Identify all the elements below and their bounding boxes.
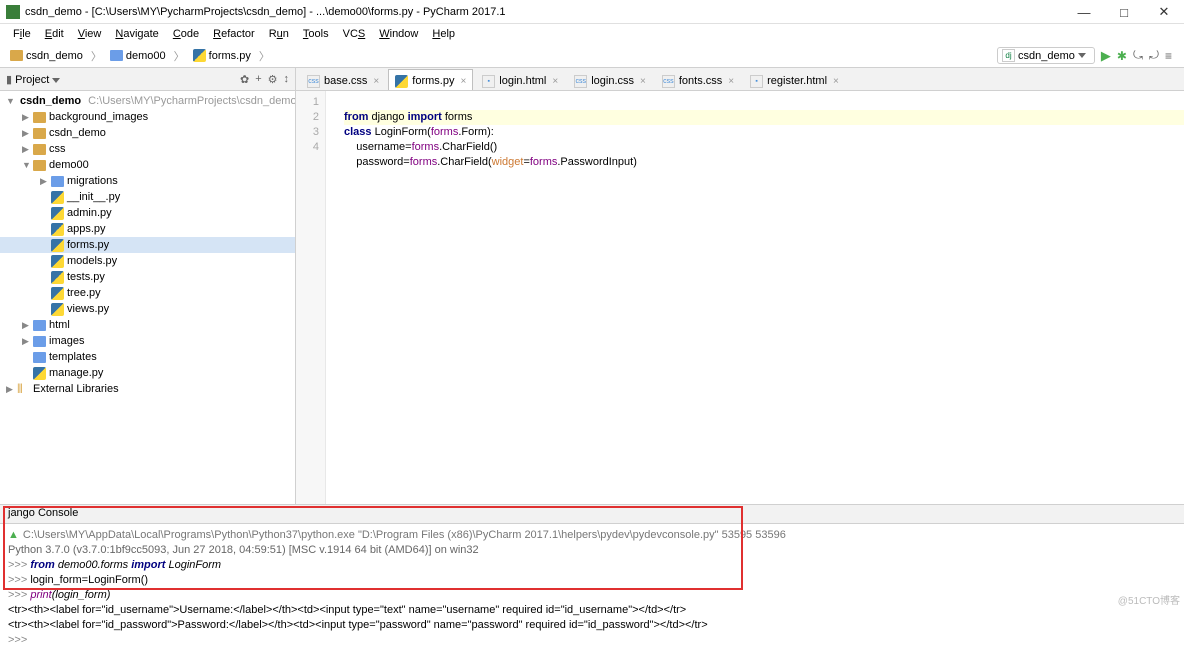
minimize-button[interactable]: — xyxy=(1064,0,1104,24)
run-config-selector[interactable]: csdn_demo xyxy=(997,47,1095,64)
code-content[interactable]: from django import formsclass LoginForm(… xyxy=(326,91,1184,504)
editor-tab[interactable]: fonts.css× xyxy=(655,69,741,90)
breadcrumb-file[interactable]: forms.py xyxy=(189,48,255,63)
editor-tab[interactable]: ▪login.html× xyxy=(475,69,565,90)
dropdown-icon xyxy=(1078,53,1086,58)
breadcrumb-root[interactable]: csdn_demo xyxy=(6,49,87,63)
gear-icon[interactable]: ✿ xyxy=(240,73,249,86)
titlebar: csdn_demo - [C:\Users\MY\PycharmProjects… xyxy=(0,0,1184,24)
tree-item[interactable]: ▶migrations xyxy=(0,173,295,189)
project-tree[interactable]: ▼ csdn_demoC:\Users\MY\PycharmProjects\c… xyxy=(0,91,295,504)
python-console[interactable]: ▲ C:\Users\MY\AppData\Local\Programs\Pyt… xyxy=(0,524,1184,652)
editor-tab[interactable]: login.css× xyxy=(567,69,653,90)
tree-item[interactable]: tests.py xyxy=(0,269,295,285)
library-icon xyxy=(17,383,30,396)
console-tab[interactable]: jango Console xyxy=(0,504,1184,524)
code-area[interactable]: 1234 from django import formsclass Login… xyxy=(296,91,1184,504)
menu-window[interactable]: Window xyxy=(372,26,425,42)
watermark: @51CTO博客 xyxy=(1118,592,1180,607)
gutter: 1234 xyxy=(296,91,326,504)
tree-item[interactable]: templates xyxy=(0,349,295,365)
project-title[interactable]: ▮ Project xyxy=(6,73,236,86)
debug-button[interactable]: ✱ xyxy=(1117,49,1127,63)
menu-help[interactable]: Help xyxy=(425,26,462,42)
dropdown-icon xyxy=(52,78,60,83)
console-command: C:\Users\MY\AppData\Local\Programs\Pytho… xyxy=(23,528,786,543)
tree-item[interactable]: manage.py xyxy=(0,365,295,381)
tree-item[interactable]: apps.py xyxy=(0,221,295,237)
console-output: <tr><th><label for="id_password">Passwor… xyxy=(8,618,1176,633)
project-tool-window: ▮ Project ✿ + ⚙ ↕ ▼ csdn_demoC:\Users\MY… xyxy=(0,68,296,504)
console-output: <tr><th><label for="id_username">Usernam… xyxy=(8,603,1176,618)
breadcrumb: csdn_demo 〉 demo00 〉 forms.py 〉 xyxy=(6,48,997,64)
console-line: >>> print(login_form) xyxy=(8,588,1176,603)
menu-file[interactable]: File xyxy=(6,26,38,42)
menu-view[interactable]: View xyxy=(71,26,109,42)
search-button[interactable]: ≡ xyxy=(1165,49,1172,63)
settings-icon[interactable]: ⚙ xyxy=(268,73,278,86)
tree-item[interactable]: views.py xyxy=(0,301,295,317)
menu-run[interactable]: Run xyxy=(262,26,296,42)
close-icon[interactable]: × xyxy=(373,76,379,87)
sort-icon[interactable]: ↕ xyxy=(284,73,290,86)
window-title: csdn_demo - [C:\Users\MY\PycharmProjects… xyxy=(25,6,506,18)
close-icon[interactable]: × xyxy=(552,76,558,87)
window-controls: — □ ✕ xyxy=(1064,0,1184,24)
django-icon xyxy=(1002,49,1015,62)
project-header: ▮ Project ✿ + ⚙ ↕ xyxy=(0,68,295,91)
tree-item[interactable]: ▶css xyxy=(0,141,295,157)
navigation-bar: csdn_demo 〉 demo00 〉 forms.py 〉 csdn_dem… xyxy=(0,44,1184,68)
menu-navigate[interactable]: Navigate xyxy=(108,26,165,42)
chevron-right-icon: 〉 xyxy=(89,48,104,64)
breadcrumb-folder[interactable]: demo00 xyxy=(106,49,170,63)
menubar: File Edit View Navigate Code Refactor Ru… xyxy=(0,24,1184,44)
tree-root[interactable]: ▼ csdn_demoC:\Users\MY\PycharmProjects\c… xyxy=(0,93,295,109)
external-libraries[interactable]: ▶ External Libraries xyxy=(0,381,295,397)
editor-tabs: base.css×forms.py×▪login.html×login.css×… xyxy=(296,68,1184,91)
attach-button[interactable]: ⤾ xyxy=(1149,48,1159,63)
editor-tab[interactable]: ▪register.html× xyxy=(743,69,846,90)
chevron-right-icon: 〉 xyxy=(172,48,187,64)
tree-item[interactable]: ▶background_images xyxy=(0,109,295,125)
tree-item[interactable]: forms.py xyxy=(0,237,295,253)
close-icon[interactable]: × xyxy=(833,76,839,87)
close-icon[interactable]: × xyxy=(460,76,466,87)
console-line: >>> login_form=LoginForm() xyxy=(8,573,1176,588)
console-line: >>> from demo00.forms import LoginForm xyxy=(8,558,1176,573)
close-icon[interactable]: × xyxy=(728,76,734,87)
chevron-right-icon: 〉 xyxy=(257,48,272,64)
app-icon xyxy=(6,5,20,19)
editor-tab[interactable]: forms.py× xyxy=(388,69,473,90)
tree-item[interactable]: models.py xyxy=(0,253,295,269)
menu-tools[interactable]: Tools xyxy=(296,26,336,42)
tree-item[interactable]: ▶images xyxy=(0,333,295,349)
tree-item[interactable]: tree.py xyxy=(0,285,295,301)
run-toolbar: csdn_demo ▶ ✱ ⤿ ⤾ ≡ xyxy=(997,47,1178,64)
close-button[interactable]: ✕ xyxy=(1144,0,1184,24)
tree-item[interactable]: ▶csdn_demo xyxy=(0,125,295,141)
console-line: Python 3.7.0 (v3.7.0:1bf9cc5093, Jun 27 … xyxy=(8,543,1176,558)
run-button[interactable]: ▶ xyxy=(1101,48,1111,64)
menu-refactor[interactable]: Refactor xyxy=(206,26,262,42)
menu-vcs[interactable]: VCS xyxy=(336,26,373,42)
maximize-button[interactable]: □ xyxy=(1104,0,1144,24)
tree-item[interactable]: ▶html xyxy=(0,317,295,333)
editor: base.css×forms.py×▪login.html×login.css×… xyxy=(296,68,1184,504)
run-with-coverage-button[interactable]: ⤿ xyxy=(1133,48,1143,63)
tree-item[interactable]: ▼demo00 xyxy=(0,157,295,173)
close-icon[interactable]: × xyxy=(640,76,646,87)
editor-tab[interactable]: base.css× xyxy=(300,69,386,90)
tree-item[interactable]: __init__.py xyxy=(0,189,295,205)
rerun-icon[interactable]: ▲ xyxy=(8,528,19,543)
console-prompt[interactable]: >>> xyxy=(8,633,1176,648)
add-icon[interactable]: + xyxy=(255,73,261,86)
menu-edit[interactable]: Edit xyxy=(38,26,71,42)
menu-code[interactable]: Code xyxy=(166,26,206,42)
tree-item[interactable]: admin.py xyxy=(0,205,295,221)
